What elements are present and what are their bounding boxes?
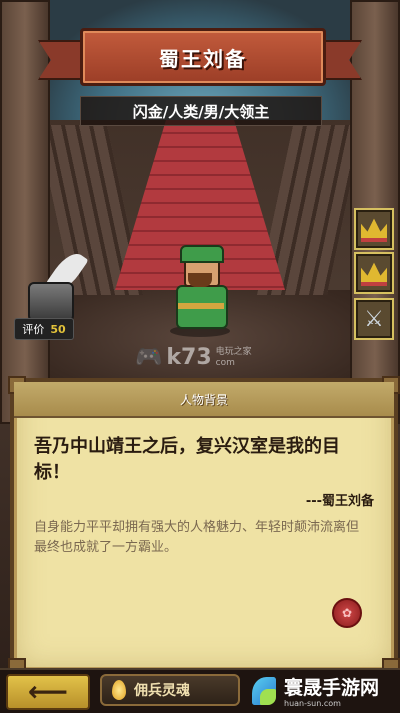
leaf-logo-icon — [250, 675, 280, 709]
mercenary-soul-button[interactable]: 佣兵灵魂 — [100, 674, 240, 706]
equipment-slot-crown-2[interactable] — [354, 252, 394, 294]
hero-sprite[interactable] — [162, 245, 238, 337]
equipment-slot-weapon[interactable]: ⚔ — [354, 298, 394, 340]
soul-flame-icon — [112, 680, 126, 700]
crossed-swords-icon: ⚔ — [364, 306, 384, 332]
watermark-text: 电玩之家 com — [216, 347, 252, 369]
watermark-line1: 电玩之家 — [215, 346, 252, 357]
hero-description: 自身能力平平却拥有强大的人格魅力、年轻时颠沛流离但最终也成就了一方霸业。 — [34, 520, 360, 555]
title-plate: 蜀王刘备 — [80, 28, 326, 86]
logo-domain: huan-sun.com — [284, 698, 341, 708]
gamepad-icon: 🎮 — [135, 345, 163, 370]
watermark-brand: k73 — [166, 345, 212, 370]
arrow-left-icon: ⟵ — [27, 675, 69, 708]
hero-name: 蜀王刘备 — [159, 46, 247, 71]
pillar-left — [0, 0, 50, 424]
hero-quote: 吾乃中山靖王之后，复兴汉室是我的目标！ — [34, 436, 340, 483]
hero-beard — [188, 273, 212, 287]
watermark: 🎮 k73 电玩之家 com — [135, 345, 252, 370]
inkpot-icon — [28, 282, 74, 322]
panel-header: 人物背景 — [14, 382, 394, 418]
rating-badge: 评价 50 — [14, 318, 74, 340]
watermark-line2: com — [215, 357, 235, 368]
hero-belt — [178, 303, 224, 309]
crown-icon — [361, 262, 387, 286]
title-banner: 蜀王刘备 — [38, 28, 362, 86]
logo-text: 寰晟手游网 huan-sun.com — [284, 677, 379, 708]
hero-tags: 闪金/人类/男/大领主 — [80, 96, 322, 126]
back-button[interactable]: ⟵ — [6, 674, 90, 710]
crown-icon — [361, 218, 387, 242]
wax-seal-icon: ✿ — [332, 598, 362, 628]
rating-value: 50 — [50, 322, 66, 336]
game-screen: 蜀王刘备 闪金/人类/男/大领主 ⚔ 评价 50 🎮 k73 电玩之家 com — [0, 0, 400, 713]
background-story-panel: 人物背景 吾乃中山靖王之后，复兴汉室是我的目标！ ---蜀王刘备 自身能力平平却… — [8, 376, 400, 676]
hero-hat — [180, 245, 224, 263]
quote-signature: ---蜀王刘备 — [305, 494, 374, 509]
rating-label: 评价 — [22, 323, 45, 336]
logo-leaf-small — [260, 689, 276, 705]
logo-name: 寰晟手游网 — [284, 676, 380, 699]
mercenary-soul-label: 佣兵灵魂 — [134, 683, 190, 699]
site-logo: 寰晟手游网 huan-sun.com — [250, 672, 396, 712]
equipment-slot-crown-1[interactable] — [354, 208, 394, 250]
